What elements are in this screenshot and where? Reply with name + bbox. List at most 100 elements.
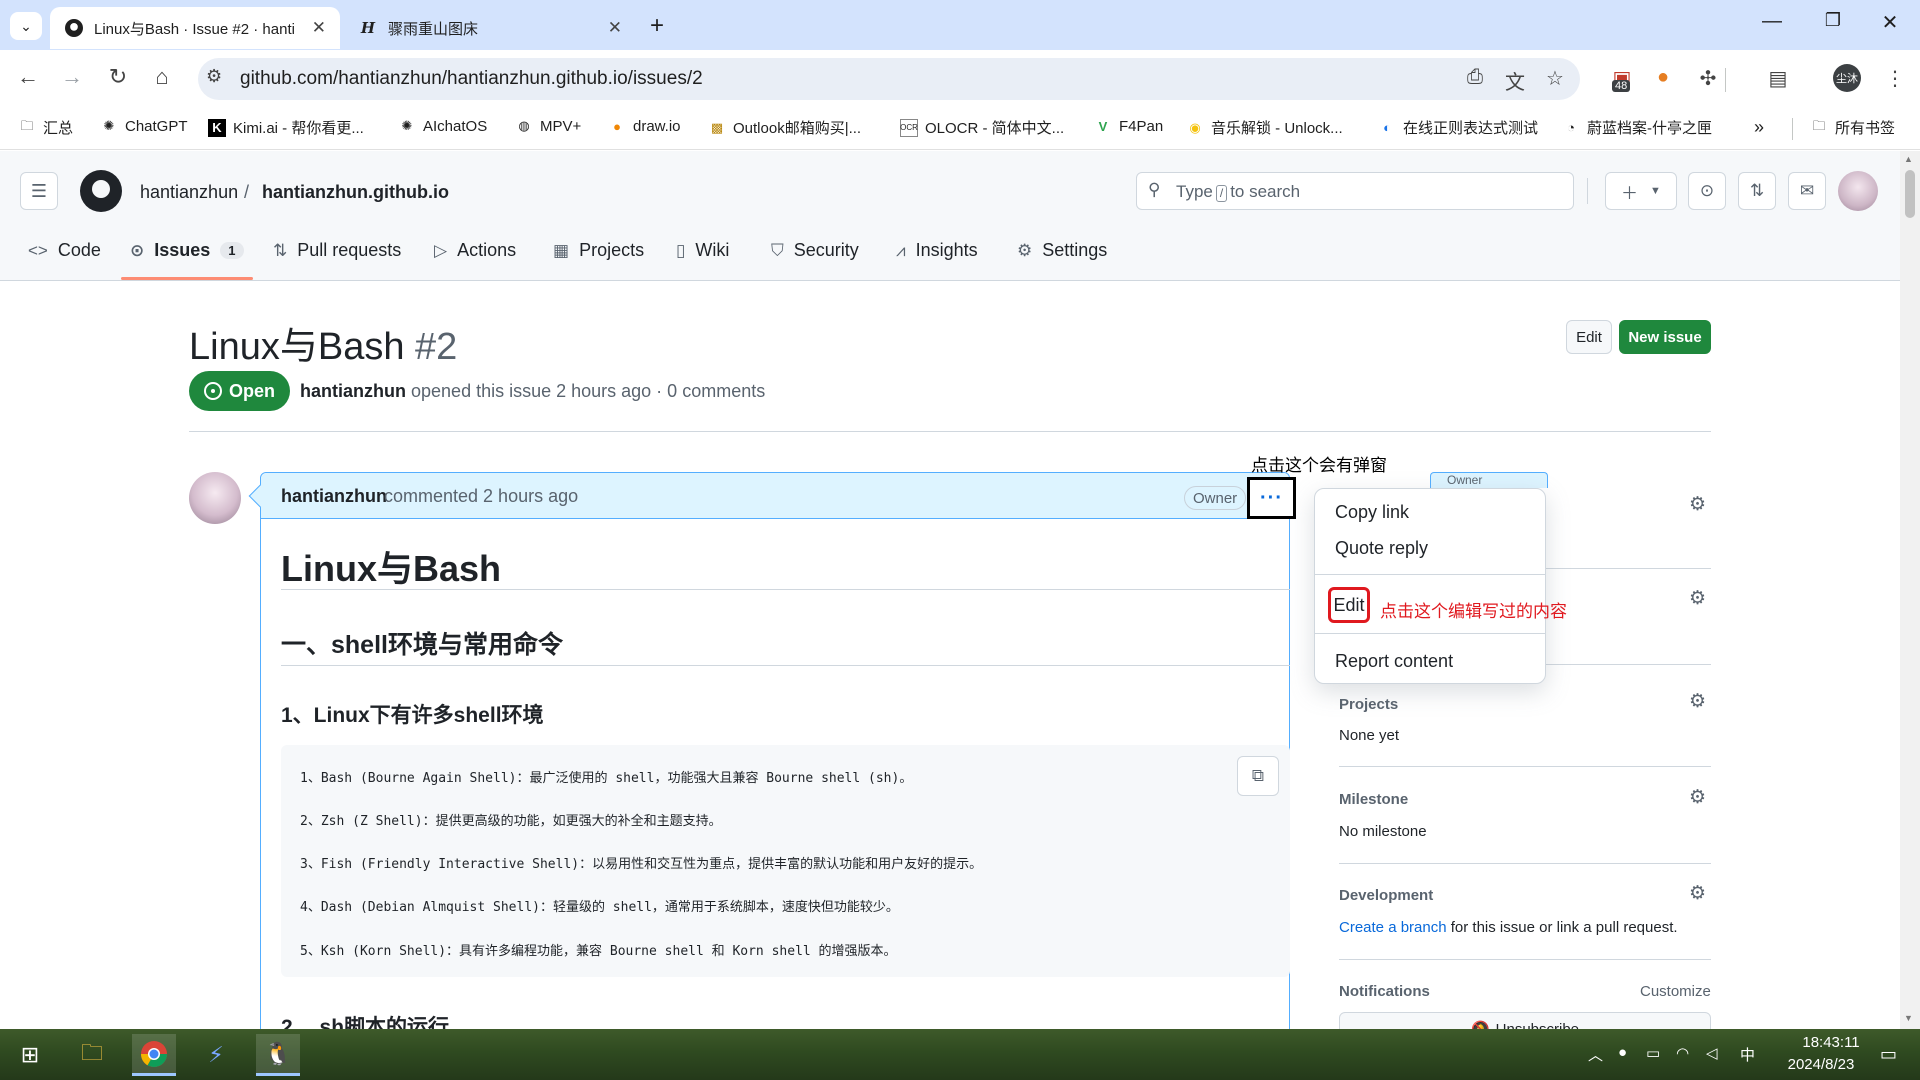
annotation-more-hint: 点击这个会有弹窗 (1251, 456, 1387, 475)
menu-edit[interactable]: Edit (1328, 587, 1370, 623)
side-panel-icon[interactable]: ▤ (1763, 66, 1793, 91)
labels-gear-icon[interactable]: ⚙ (1689, 587, 1706, 610)
tab-security[interactable]: ⛉ Security (771, 240, 859, 261)
tab-insights[interactable]: ⩘ Insights (896, 240, 978, 261)
minimize-icon[interactable]: — (1752, 10, 1792, 33)
more-bookmarks-icon[interactable]: » (1754, 117, 1764, 138)
page-scrollbar[interactable] (1900, 151, 1920, 1029)
scrollbar-thumb[interactable] (1905, 170, 1915, 218)
bookmark-drawio[interactable]: ● draw.io (608, 117, 680, 135)
breadcrumb-owner[interactable]: hantianzhun (140, 182, 238, 203)
tab-wiki[interactable]: ▯ Wiki (676, 240, 729, 261)
site-info-icon[interactable]: ⚙ (206, 66, 222, 87)
pull-requests-nav-button[interactable]: ⇅ (1738, 172, 1776, 210)
new-tab-plus-icon[interactable]: + (650, 12, 664, 40)
app-taskbar-icon[interactable]: ⚡ (194, 1034, 238, 1076)
install-app-icon[interactable]: ⎙ (1460, 66, 1490, 89)
close-tab-icon[interactable]: ✕ (312, 18, 326, 38)
book-icon: ▯ (676, 240, 686, 260)
tab-search-chevron-icon[interactable]: ⌄ (10, 12, 42, 40)
vue-icon: V (1098, 118, 1108, 134)
bookmark-mpv[interactable]: ◍ MPV+ (515, 117, 581, 135)
git-pull-request-icon: ⇅ (1749, 181, 1765, 200)
tray-chevron-icon[interactable]: ︿ (1588, 1044, 1603, 1065)
user-avatar[interactable] (1838, 171, 1878, 211)
wifi-icon[interactable]: ◠ (1676, 1044, 1689, 1062)
tab-settings[interactable]: ⚙ Settings (1017, 240, 1107, 261)
bookmark-chatgpt[interactable]: ✺ ChatGPT (100, 117, 188, 135)
comment-author[interactable]: hantianzhun (281, 486, 387, 507)
scroll-down-icon[interactable]: ▼ (1904, 1013, 1913, 1023)
comment-timestamp[interactable]: commented 2 hours ago (384, 486, 578, 507)
hamburger-menu-icon[interactable]: ☰ (20, 172, 58, 210)
browser-tab-image-host[interactable]: H 骤雨重山图床 ✕ (344, 7, 636, 49)
windows-start-icon[interactable]: ⊞ (8, 1034, 52, 1076)
new-issue-button[interactable]: New issue (1619, 320, 1711, 354)
create-new-button[interactable]: ＋ ▼ (1605, 172, 1677, 210)
breadcrumb-separator: / (244, 182, 250, 202)
translate-icon[interactable]: 文 (1500, 66, 1530, 95)
profile-avatar[interactable]: 尘沐 (1833, 64, 1861, 92)
search-icon: ⚲ (1148, 180, 1161, 199)
home-icon[interactable]: ⌂ (146, 64, 178, 90)
volume-icon[interactable]: ◁ (1706, 1044, 1718, 1062)
back-icon[interactable]: ← (12, 64, 44, 90)
battery-icon[interactable]: ▭ (1646, 1044, 1660, 1062)
url-text[interactable]: github.com/hantianzhun/hantianzhun.githu… (240, 68, 703, 90)
github-logo-icon[interactable] (80, 170, 122, 212)
assignees-gear-icon[interactable]: ⚙ (1689, 493, 1706, 516)
tab-issues[interactable]: ⊙ Issues 1 (130, 240, 244, 261)
clock-date[interactable]: 2024/8/23 (1766, 1056, 1876, 1073)
comment-author-avatar[interactable] (189, 472, 241, 524)
breadcrumb-repo[interactable]: hantianzhun.github.io (262, 182, 449, 203)
tab-pull-requests[interactable]: ⇅ Pull requests (273, 240, 401, 261)
milestone-gear-icon[interactable]: ⚙ (1689, 786, 1706, 809)
tab-actions[interactable]: ▷ Actions (434, 240, 516, 261)
projects-gear-icon[interactable]: ⚙ (1689, 690, 1706, 713)
bookmark-bluearchive[interactable]: ◔ 蔚蓝档案-什亭之匣 (1562, 117, 1712, 138)
qq-taskbar-icon[interactable]: 🐧 (256, 1034, 300, 1076)
customize-link[interactable]: Customize (1640, 983, 1711, 1000)
ime-indicator[interactable]: 中 (1740, 1044, 1755, 1065)
bookmark-kimi[interactable]: K Kimi.ai - 帮你看更... (208, 117, 364, 138)
issues-nav-button[interactable]: ⊙ (1688, 172, 1726, 210)
create-branch-link[interactable]: Create a branch (1339, 919, 1447, 936)
bookmark-regex[interactable]: ◐ 在线正则表达式测试 (1378, 117, 1538, 138)
edit-title-button[interactable]: Edit (1566, 320, 1612, 354)
scroll-up-icon[interactable]: ▲ (1904, 154, 1913, 164)
bookmark-f4pan[interactable]: V F4Pan (1094, 117, 1164, 135)
body-heading-2: 一、shell环境与常用命令 (281, 631, 563, 659)
copy-code-button[interactable]: ⧉ (1237, 756, 1279, 796)
restore-icon[interactable]: ❐ (1813, 10, 1853, 31)
comment-options-kebab-icon[interactable]: ··· (1247, 477, 1296, 519)
code-icon: <> (28, 240, 48, 260)
browser-tab-github[interactable]: Linux与Bash · Issue #2 · hanti ✕ (50, 7, 340, 49)
notification-center-icon[interactable]: ▭ (1880, 1044, 1897, 1065)
bookmark-olocr[interactable]: OCR OLOCR - 简体中文... (900, 117, 1064, 138)
bookmark-folder-summary[interactable]: 🗀 汇总 (18, 117, 73, 138)
chrome-menu-icon[interactable]: ⋮ (1880, 66, 1910, 91)
bookmark-unlock-music[interactable]: ◉ 音乐解锁 - Unlock... (1186, 117, 1342, 138)
reload-icon[interactable]: ↻ (102, 64, 134, 90)
inbox-button[interactable]: ✉ (1788, 172, 1826, 210)
tab-projects[interactable]: ▦ Projects (553, 240, 644, 261)
file-explorer-icon[interactable]: 🗀 (70, 1034, 114, 1076)
issue-author[interactable]: hantianzhun (300, 381, 406, 401)
close-tab-icon[interactable]: ✕ (608, 18, 622, 38)
menu-report-content[interactable]: Report content (1335, 651, 1453, 672)
tray-qq-icon[interactable]: ● (1618, 1044, 1627, 1061)
forward-icon[interactable]: → (56, 64, 88, 90)
tab-code[interactable]: <> Code (28, 240, 101, 261)
close-window-icon[interactable]: ✕ (1870, 10, 1910, 35)
menu-copy-link[interactable]: Copy link (1335, 502, 1409, 523)
bookmark-outlook[interactable]: ▩ Outlook邮箱购买|... (708, 117, 861, 138)
development-gear-icon[interactable]: ⚙ (1689, 882, 1706, 905)
clock-time[interactable]: 18:43:11 (1786, 1034, 1876, 1051)
bookmark-aichatos[interactable]: ✺ AIchatOS (398, 117, 488, 135)
chrome-taskbar-icon[interactable] (132, 1034, 176, 1076)
menu-quote-reply[interactable]: Quote reply (1335, 538, 1428, 559)
extensions-puzzle-icon[interactable]: ✣ (1693, 66, 1723, 91)
bookmark-star-icon[interactable]: ☆ (1540, 66, 1570, 91)
extension-orange-icon[interactable]: ● (1648, 66, 1678, 89)
all-bookmarks[interactable]: 🗀 所有书签 (1810, 117, 1895, 138)
